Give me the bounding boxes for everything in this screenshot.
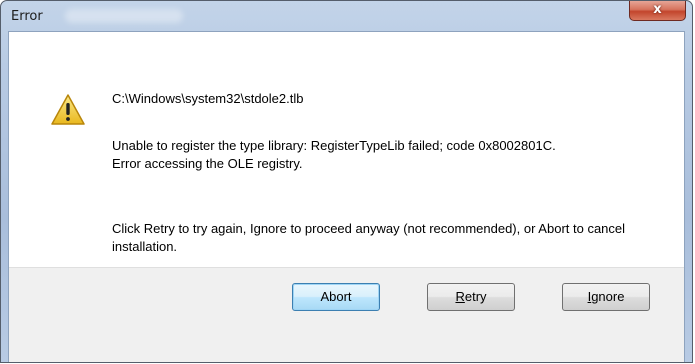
close-icon: x <box>653 2 662 17</box>
ignore-button[interactable]: Ignore <box>562 283 650 311</box>
window-title: Error <box>11 9 43 24</box>
error-dialog-window: Error x C:\Windows\system32\stdole2.tlb … <box>0 0 693 363</box>
close-button[interactable]: x <box>629 1 686 21</box>
retry-button[interactable]: Retry <box>427 283 515 311</box>
file-path-text: C:\Windows\system32\stdole2.tlb <box>112 91 304 106</box>
abort-button[interactable]: Abort <box>292 283 380 311</box>
dialog-content: C:\Windows\system32\stdole2.tlb Unable t… <box>8 31 685 362</box>
error-line-1: Unable to register the type library: Reg… <box>112 138 556 153</box>
warning-icon <box>51 94 85 125</box>
error-message: Unable to register the type library: Reg… <box>112 137 612 173</box>
title-blurred-area <box>65 9 183 23</box>
title-bar[interactable]: Error x <box>1 1 692 33</box>
button-bar <box>9 267 684 362</box>
error-line-2: Error accessing the OLE registry. <box>112 156 303 171</box>
advice-text: Click Retry to try again, Ignore to proc… <box>112 221 626 254</box>
